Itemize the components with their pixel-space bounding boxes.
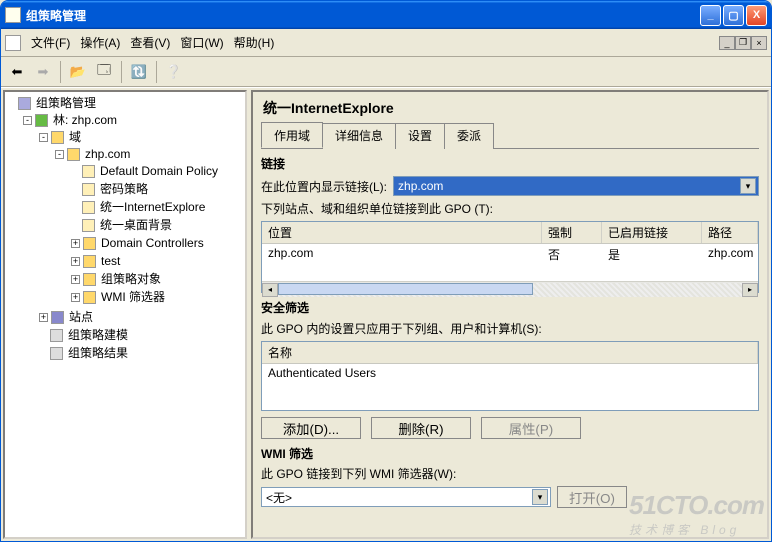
right-panel: 统一InternetExplore 作用域 详细信息 设置 委派 链接 在此位置… bbox=[251, 90, 769, 539]
links-heading: 链接 bbox=[261, 155, 759, 172]
tree-ddp[interactable]: Default Domain Policy bbox=[71, 162, 243, 180]
h-scrollbar[interactable]: ◂ ▸ bbox=[262, 281, 758, 297]
tree-forest[interactable]: -林: zhp.com -域 -zhp.com Default Domain P… bbox=[23, 111, 243, 363]
tree-sites[interactable]: +站点 bbox=[39, 308, 243, 326]
chevron-down-icon[interactable]: ▾ bbox=[532, 489, 548, 505]
security-row[interactable]: Authenticated Users bbox=[262, 364, 758, 382]
forward-button[interactable]: ➡ bbox=[31, 60, 55, 84]
mdi-minimize-button[interactable]: _ bbox=[719, 36, 735, 50]
col-name[interactable]: 名称 bbox=[262, 342, 758, 363]
tree-panel[interactable]: 组策略管理 -林: zhp.com -域 -zhp.com Default Do… bbox=[3, 90, 247, 539]
col-path[interactable]: 路径 bbox=[702, 222, 758, 243]
mdi-close-button[interactable]: × bbox=[751, 36, 767, 50]
menu-file[interactable]: 文件(F) bbox=[31, 34, 70, 51]
maximize-button[interactable]: ▢ bbox=[723, 5, 744, 26]
tree-ie[interactable]: 统一InternetExplore bbox=[71, 198, 243, 216]
help-button[interactable]: ❔ bbox=[162, 60, 186, 84]
menu-help[interactable]: 帮助(H) bbox=[234, 34, 275, 51]
back-button[interactable]: ⬅ bbox=[5, 60, 29, 84]
menu-bar: 文件(F) 操作(A) 查看(V) 窗口(W) 帮助(H) _ ❐ × bbox=[1, 29, 771, 57]
links-row[interactable]: zhp.com 否 是 zhp.com bbox=[262, 244, 758, 265]
tree-test[interactable]: +test bbox=[71, 252, 243, 270]
props-button: 属性(P) bbox=[481, 417, 581, 439]
scroll-right-icon[interactable]: ▸ bbox=[742, 283, 758, 297]
wmi-combo[interactable]: <无> ▾ bbox=[261, 487, 551, 507]
menu-window[interactable]: 窗口(W) bbox=[180, 34, 223, 51]
panel-title: 统一InternetExplore bbox=[261, 96, 759, 122]
wmi-sub: 此 GPO 链接到下列 WMI 筛选器(W): bbox=[261, 467, 456, 481]
toolbar: ⬅ ➡ 📂 🗔 🔃 ❔ bbox=[1, 57, 771, 87]
scroll-left-icon[interactable]: ◂ bbox=[262, 283, 278, 297]
wmi-heading: WMI 筛选 bbox=[261, 445, 759, 462]
close-button[interactable]: X bbox=[746, 5, 767, 26]
add-button[interactable]: 添加(D)... bbox=[261, 417, 361, 439]
tree-results[interactable]: 组策略结果 bbox=[39, 344, 243, 362]
tree-domain[interactable]: -zhp.com Default Domain Policy 密码策略 统一In… bbox=[55, 145, 243, 307]
col-enabled[interactable]: 已启用链接 bbox=[602, 222, 702, 243]
tab-settings[interactable]: 设置 bbox=[395, 123, 445, 149]
remove-button[interactable]: 删除(R) bbox=[371, 417, 471, 439]
tree-gpo-obj[interactable]: +组策略对象 bbox=[71, 270, 243, 288]
links-listview[interactable]: 位置 强制 已启用链接 路径 zhp.com 否 是 zhp.com bbox=[261, 221, 759, 293]
minimize-button[interactable]: _ bbox=[700, 5, 721, 26]
tab-scope[interactable]: 作用域 bbox=[261, 122, 323, 148]
watermark: 51CTO.com 技术博客 Blog bbox=[629, 490, 764, 538]
tabstrip: 作用域 详细信息 设置 委派 bbox=[261, 122, 759, 149]
links-location-combo[interactable]: zhp.com ▾ bbox=[393, 176, 759, 196]
up-button[interactable]: 📂 bbox=[66, 60, 90, 84]
tree-domains[interactable]: -域 -zhp.com Default Domain Policy 密码策略 统… bbox=[39, 128, 243, 308]
links-section: 链接 在此位置内显示链接(L): zhp.com ▾ 下列站点、域和组织单位链接… bbox=[261, 155, 759, 293]
app-icon bbox=[5, 7, 21, 23]
tree-modeling[interactable]: 组策略建模 bbox=[39, 326, 243, 344]
wmi-open-button: 打开(O) bbox=[557, 486, 627, 508]
tree-pwd[interactable]: 密码策略 bbox=[71, 180, 243, 198]
window-title: 组策略管理 bbox=[26, 7, 86, 24]
titlebar: 组策略管理 _ ▢ X bbox=[1, 1, 771, 29]
menu-view[interactable]: 查看(V) bbox=[130, 34, 170, 51]
tab-delegation[interactable]: 委派 bbox=[444, 123, 494, 149]
mdi-restore-button[interactable]: ❐ bbox=[735, 36, 751, 50]
security-section: 安全筛选 此 GPO 内的设置只应用于下列组、用户和计算机(S): 名称 Aut… bbox=[261, 299, 759, 439]
security-listview[interactable]: 名称 Authenticated Users bbox=[261, 341, 759, 411]
security-sub: 此 GPO 内的设置只应用于下列组、用户和计算机(S): bbox=[261, 320, 542, 337]
security-heading: 安全筛选 bbox=[261, 299, 759, 316]
wmi-value: <无> bbox=[266, 489, 292, 506]
tree-dc[interactable]: +Domain Controllers bbox=[71, 234, 243, 252]
doc-icon bbox=[5, 35, 21, 51]
links-sub: 下列站点、域和组织单位链接到此 GPO (T): bbox=[261, 200, 493, 217]
refresh-button[interactable]: 🔃 bbox=[127, 60, 151, 84]
col-location[interactable]: 位置 bbox=[262, 222, 542, 243]
tree-desktop[interactable]: 统一桌面背景 bbox=[71, 216, 243, 234]
chevron-down-icon[interactable]: ▾ bbox=[740, 178, 756, 194]
tree-root[interactable]: 组策略管理 -林: zhp.com -域 -zhp.com Default Do… bbox=[7, 94, 243, 364]
links-location-value: zhp.com bbox=[398, 179, 443, 193]
links-display-label: 在此位置内显示链接(L): bbox=[261, 178, 387, 195]
tree-button[interactable]: 🗔 bbox=[92, 60, 116, 84]
tree-wmi[interactable]: +WMI 筛选器 bbox=[71, 288, 243, 306]
menu-action[interactable]: 操作(A) bbox=[80, 34, 120, 51]
col-enforced[interactable]: 强制 bbox=[542, 222, 602, 243]
tab-details[interactable]: 详细信息 bbox=[322, 123, 396, 149]
